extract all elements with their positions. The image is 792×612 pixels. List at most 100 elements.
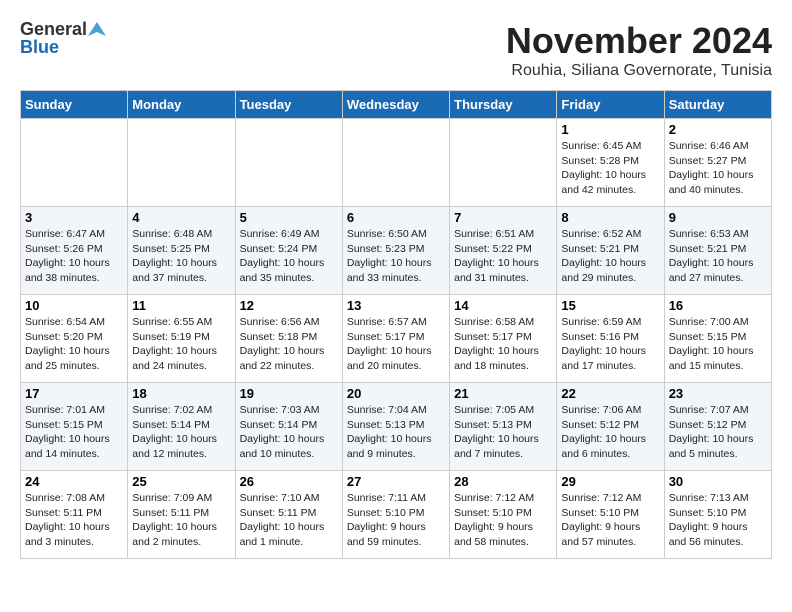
weekday-header: Friday <box>557 91 664 119</box>
calendar-cell: 13Sunrise: 6:57 AMSunset: 5:17 PMDayligh… <box>342 295 449 383</box>
day-number: 2 <box>669 122 767 137</box>
day-number: 23 <box>669 386 767 401</box>
day-number: 17 <box>25 386 123 401</box>
calendar-cell: 7 Sunrise: 6:51 AMSunset: 5:22 PMDaylight… <box>450 207 557 295</box>
day-number: 16 <box>669 298 767 313</box>
month-title: November 2024 <box>506 20 772 62</box>
day-info: Sunrise: 6:49 AMSunset: 5:24 PMDaylight:… <box>240 227 338 286</box>
day-info: Sunrise: 6:53 AMSunset: 5:21 PMDaylight:… <box>669 227 767 286</box>
calendar-cell: 1 Sunrise: 6:45 AMSunset: 5:28 PMDaylight… <box>557 119 664 207</box>
calendar-cell: 17Sunrise: 7:01 AMSunset: 5:15 PMDayligh… <box>21 383 128 471</box>
calendar-cell: 22 Sunrise: 7:06 AMSunset: 5:12 PMDayligh… <box>557 383 664 471</box>
day-number: 12 <box>240 298 338 313</box>
day-info: Sunrise: 6:47 AMSunset: 5:26 PMDaylight:… <box>25 227 123 286</box>
calendar-cell: 6Sunrise: 6:50 AMSunset: 5:23 PMDaylight… <box>342 207 449 295</box>
day-info: Sunrise: 6:55 AMSunset: 5:19 PMDaylight:… <box>132 315 230 374</box>
calendar-cell: 14 Sunrise: 6:58 AMSunset: 5:17 PMDayligh… <box>450 295 557 383</box>
day-info: Sunrise: 7:07 AMSunset: 5:12 PMDaylight:… <box>669 403 767 462</box>
calendar-cell: 10 Sunrise: 6:54 AMSunset: 5:20 PMDayligh… <box>21 295 128 383</box>
day-info: Sunrise: 6:58 AMSunset: 5:17 PMDaylight:… <box>454 315 552 374</box>
weekday-header: Monday <box>128 91 235 119</box>
day-number: 1 <box>561 122 659 137</box>
calendar-cell: 24Sunrise: 7:08 AMSunset: 5:11 PMDayligh… <box>21 471 128 559</box>
day-number: 10 <box>25 298 123 313</box>
calendar-cell <box>235 119 342 207</box>
day-info: Sunrise: 6:45 AMSunset: 5:28 PMDaylight:… <box>561 139 659 198</box>
logo-bird-icon <box>88 20 106 38</box>
day-number: 27 <box>347 474 445 489</box>
calendar-cell: 15 Sunrise: 6:59 AMSunset: 5:16 PMDayligh… <box>557 295 664 383</box>
day-number: 21 <box>454 386 552 401</box>
day-number: 25 <box>132 474 230 489</box>
calendar-cell <box>128 119 235 207</box>
day-info: Sunrise: 7:12 AMSunset: 5:10 PMDaylight:… <box>454 491 552 550</box>
day-number: 7 <box>454 210 552 225</box>
calendar-cell: 23 Sunrise: 7:07 AMSunset: 5:12 PMDayligh… <box>664 383 771 471</box>
day-number: 22 <box>561 386 659 401</box>
calendar-cell: 4 Sunrise: 6:48 AMSunset: 5:25 PMDaylight… <box>128 207 235 295</box>
calendar-cell: 2 Sunrise: 6:46 AMSunset: 5:27 PMDaylight… <box>664 119 771 207</box>
calendar-cell: 28 Sunrise: 7:12 AMSunset: 5:10 PMDayligh… <box>450 471 557 559</box>
calendar-table: SundayMondayTuesdayWednesdayThursdayFrid… <box>20 90 772 559</box>
calendar-cell: 19 Sunrise: 7:03 AMSunset: 5:14 PMDayligh… <box>235 383 342 471</box>
calendar-cell: 27Sunrise: 7:11 AMSunset: 5:10 PMDayligh… <box>342 471 449 559</box>
calendar-cell: 26Sunrise: 7:10 AMSunset: 5:11 PMDayligh… <box>235 471 342 559</box>
day-info: Sunrise: 7:12 AMSunset: 5:10 PMDaylight:… <box>561 491 659 550</box>
calendar-week-row: 1 Sunrise: 6:45 AMSunset: 5:28 PMDaylight… <box>21 119 772 207</box>
day-number: 18 <box>132 386 230 401</box>
weekday-header: Wednesday <box>342 91 449 119</box>
calendar-cell: 16 Sunrise: 7:00 AMSunset: 5:15 PMDayligh… <box>664 295 771 383</box>
calendar-cell <box>21 119 128 207</box>
calendar-cell: 8Sunrise: 6:52 AMSunset: 5:21 PMDaylight… <box>557 207 664 295</box>
day-number: 9 <box>669 210 767 225</box>
calendar-cell: 9 Sunrise: 6:53 AMSunset: 5:21 PMDaylight… <box>664 207 771 295</box>
calendar-cell: 12 Sunrise: 6:56 AMSunset: 5:18 PMDayligh… <box>235 295 342 383</box>
day-info: Sunrise: 7:03 AMSunset: 5:14 PMDaylight:… <box>240 403 338 462</box>
calendar-cell: 21 Sunrise: 7:05 AMSunset: 5:13 PMDayligh… <box>450 383 557 471</box>
calendar-cell <box>450 119 557 207</box>
calendar-cell: 30Sunrise: 7:13 AMSunset: 5:10 PMDayligh… <box>664 471 771 559</box>
day-number: 11 <box>132 298 230 313</box>
calendar-cell <box>342 119 449 207</box>
calendar-week-row: 17Sunrise: 7:01 AMSunset: 5:15 PMDayligh… <box>21 383 772 471</box>
weekday-header: Thursday <box>450 91 557 119</box>
day-info: Sunrise: 7:13 AMSunset: 5:10 PMDaylight:… <box>669 491 767 550</box>
calendar-cell: 5 Sunrise: 6:49 AMSunset: 5:24 PMDaylight… <box>235 207 342 295</box>
day-number: 29 <box>561 474 659 489</box>
calendar-cell: 11 Sunrise: 6:55 AMSunset: 5:19 PMDayligh… <box>128 295 235 383</box>
day-info: Sunrise: 6:54 AMSunset: 5:20 PMDaylight:… <box>25 315 123 374</box>
day-info: Sunrise: 6:56 AMSunset: 5:18 PMDaylight:… <box>240 315 338 374</box>
logo-blue: Blue <box>20 38 59 56</box>
weekday-header: Tuesday <box>235 91 342 119</box>
day-number: 5 <box>240 210 338 225</box>
day-number: 15 <box>561 298 659 313</box>
day-info: Sunrise: 7:10 AMSunset: 5:11 PMDaylight:… <box>240 491 338 550</box>
day-info: Sunrise: 6:51 AMSunset: 5:22 PMDaylight:… <box>454 227 552 286</box>
day-number: 14 <box>454 298 552 313</box>
day-info: Sunrise: 7:00 AMSunset: 5:15 PMDaylight:… <box>669 315 767 374</box>
title-section: November 2024 Rouhia, Siliana Governorat… <box>506 20 772 80</box>
day-info: Sunrise: 7:05 AMSunset: 5:13 PMDaylight:… <box>454 403 552 462</box>
day-info: Sunrise: 6:59 AMSunset: 5:16 PMDaylight:… <box>561 315 659 374</box>
weekday-header-row: SundayMondayTuesdayWednesdayThursdayFrid… <box>21 91 772 119</box>
day-info: Sunrise: 6:48 AMSunset: 5:25 PMDaylight:… <box>132 227 230 286</box>
day-info: Sunrise: 7:08 AMSunset: 5:11 PMDaylight:… <box>25 491 123 550</box>
calendar-cell: 29 Sunrise: 7:12 AMSunset: 5:10 PMDayligh… <box>557 471 664 559</box>
day-number: 8 <box>561 210 659 225</box>
calendar-cell: 3 Sunrise: 6:47 AMSunset: 5:26 PMDaylight… <box>21 207 128 295</box>
day-number: 19 <box>240 386 338 401</box>
location-title: Rouhia, Siliana Governorate, Tunisia <box>506 62 772 80</box>
day-info: Sunrise: 7:06 AMSunset: 5:12 PMDaylight:… <box>561 403 659 462</box>
calendar-cell: 20Sunrise: 7:04 AMSunset: 5:13 PMDayligh… <box>342 383 449 471</box>
day-info: Sunrise: 7:02 AMSunset: 5:14 PMDaylight:… <box>132 403 230 462</box>
day-info: Sunrise: 6:50 AMSunset: 5:23 PMDaylight:… <box>347 227 445 286</box>
calendar-week-row: 3 Sunrise: 6:47 AMSunset: 5:26 PMDaylight… <box>21 207 772 295</box>
day-info: Sunrise: 7:09 AMSunset: 5:11 PMDaylight:… <box>132 491 230 550</box>
day-number: 4 <box>132 210 230 225</box>
logo: General Blue <box>20 20 106 56</box>
header: General Blue November 2024 Rouhia, Silia… <box>20 20 772 80</box>
day-number: 28 <box>454 474 552 489</box>
calendar-week-row: 10 Sunrise: 6:54 AMSunset: 5:20 PMDayligh… <box>21 295 772 383</box>
day-number: 3 <box>25 210 123 225</box>
day-info: Sunrise: 6:46 AMSunset: 5:27 PMDaylight:… <box>669 139 767 198</box>
